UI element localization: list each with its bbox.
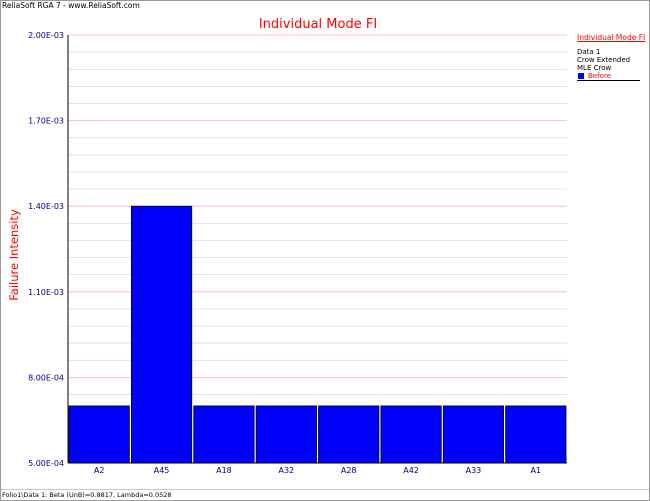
y-tick-label: 1.40E-03 (28, 202, 64, 211)
y-tick-label: 1.70E-03 (28, 117, 64, 126)
bar-A33[interactable] (442, 405, 505, 464)
x-tick-label: A42 (403, 466, 419, 475)
bar-A28[interactable] (318, 405, 380, 464)
legend-data-name: Data 1 (577, 48, 601, 56)
x-tick-label: A32 (278, 466, 294, 475)
legend-entry-before[interactable]: Before (577, 72, 640, 81)
legend-entry-label: Before (588, 72, 611, 80)
bar-chart[interactable]: 5.00E-04 8.00E-04 1.10E-03 1.40E-03 1.70E-03… (0, 0, 650, 501)
x-tick-label: A33 (466, 466, 482, 475)
bar-A18[interactable] (193, 405, 255, 464)
x-tick-label: A18 (216, 466, 232, 475)
status-bar: Folio1\Data 1: Beta (UnB)=0.8817, Lambda… (1, 489, 649, 500)
bar-A45[interactable] (130, 205, 193, 464)
y-tick-label: 2.00E-03 (28, 31, 64, 40)
bar-A1[interactable] (505, 405, 567, 464)
y-tick-label: 5.00E-04 (28, 459, 64, 468)
legend-swatch (578, 73, 584, 79)
legend-model: Crow Extended (577, 56, 631, 64)
y-tick-label: 1.10E-03 (28, 288, 64, 297)
x-tick-label: A2 (94, 466, 105, 475)
x-tick-label: A28 (341, 466, 357, 475)
bar-A42[interactable] (380, 405, 442, 464)
x-tick-label: A1 (531, 466, 542, 475)
x-tick-label: A45 (154, 466, 170, 475)
legend: Individual Mode FI Data 1 Crow Extended … (577, 33, 646, 81)
bar-A2[interactable] (68, 405, 130, 464)
legend-method: MLE Crow (577, 64, 612, 72)
legend-title: Individual Mode FI (577, 33, 646, 42)
bar-A32[interactable] (255, 405, 317, 464)
y-tick-label: 8.00E-04 (28, 373, 64, 382)
